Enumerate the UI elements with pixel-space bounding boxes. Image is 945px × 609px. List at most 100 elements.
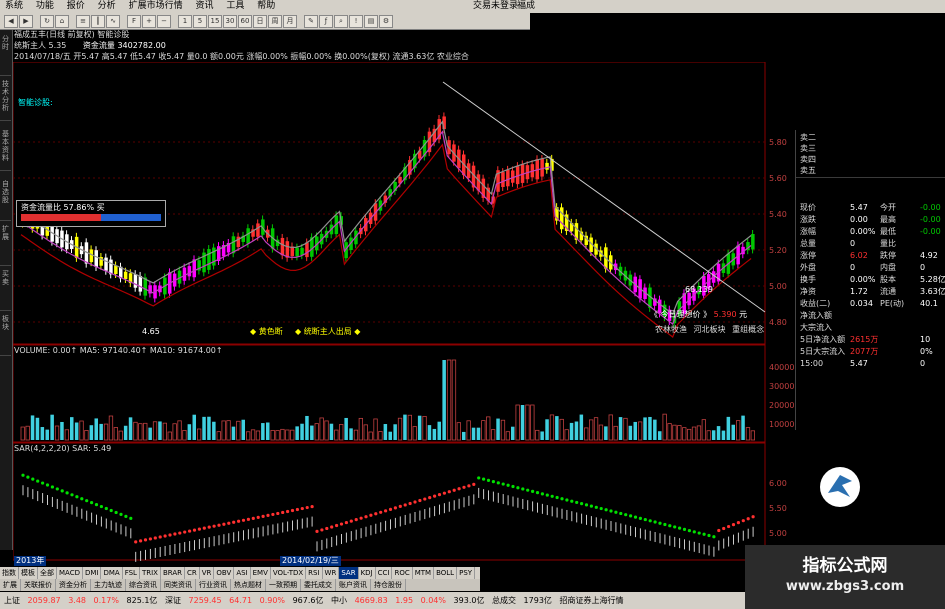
extension-tab[interactable]: 行业资讯 [196,579,231,591]
indicator-tab[interactable]: MTM [413,567,435,579]
indicator-tab[interactable]: RSI [306,567,323,579]
back-icon[interactable]: ◀ [4,15,18,28]
menu-analysis[interactable]: 分析 [93,0,121,12]
zoom-in-icon[interactable]: + [142,15,156,28]
sar-dot [310,504,314,509]
sar-dot [491,480,495,484]
extension-tab[interactable]: 资金分析 [56,579,91,591]
indicator-tab[interactable]: BRAR [161,567,185,579]
menu-tools[interactable]: 工具 [221,0,249,12]
sar-dot [736,521,741,525]
menu-quote[interactable]: 报价 [62,0,90,12]
period-1-icon[interactable]: 1 [178,15,192,28]
sector-3[interactable]: 重组概念 [732,325,764,334]
f10-icon[interactable]: F [127,15,141,28]
quote-icon[interactable]: ≡ [76,15,90,28]
trend-line [442,81,766,313]
volume-bar [285,429,290,441]
volume-bar [368,431,373,441]
side-tab-basic[interactable]: 基本资料 [0,130,11,171]
sector-1[interactable]: 农林牧渔 [655,325,687,334]
indicator-tab[interactable]: DMA [101,567,123,579]
indicator-tab[interactable]: CCI [376,567,393,579]
minute-icon[interactable]: ∿ [106,15,120,28]
period-15-icon[interactable]: 15 [208,15,222,28]
forward-icon[interactable]: ▶ [19,15,33,28]
side-tab-custom[interactable]: 自选股 [0,180,11,221]
print-icon[interactable]: ▤ [364,15,378,28]
indicator-tab[interactable]: DMI [83,567,102,579]
period-30-icon[interactable]: 30 [223,15,237,28]
search-icon[interactable]: ⌕ [334,15,348,28]
indicator-tab[interactable]: SAR [339,567,359,579]
side-tab-ext[interactable]: 扩展 [0,225,11,266]
alert-icon[interactable]: ! [349,15,363,28]
sar-dot [50,485,55,489]
side-tab-timeshare[interactable]: 分时 [0,35,11,76]
indicator-tab[interactable]: EMV [251,567,271,579]
extension-tab[interactable]: 持仓股份 [371,579,406,591]
indicator-tab[interactable]: FSL [123,567,140,579]
indicator-tab[interactable]: ROC [392,567,413,579]
extension-tab[interactable]: 关联报价 [21,579,56,591]
indicator-tab[interactable]: OBV [214,567,235,579]
indicator-tab[interactable]: MACD [57,567,83,579]
extension-tab[interactable]: 一致预期 [266,579,301,591]
extension-tab[interactable]: 委托成交 [301,579,336,591]
sh-label[interactable]: 上证 [4,592,20,609]
indicator-tab[interactable]: PSY [457,567,476,579]
indicator-tab[interactable]: VOL-TDX [271,567,307,579]
period-5-icon[interactable]: 5 [193,15,207,28]
indicator-tab[interactable]: TRIX [140,567,161,579]
indicator-tab[interactable]: 指数 [0,567,19,579]
indicator-tab[interactable]: BOLL [434,567,458,579]
extension-tab[interactable]: 扩展 [0,579,21,591]
period-day-icon[interactable]: 日 [253,15,267,28]
menu-news[interactable]: 资讯 [190,0,218,12]
volume-bar [598,424,604,441]
sar-dot [153,536,157,540]
settings-icon[interactable]: ⚙ [379,15,393,28]
home-icon[interactable]: ⌂ [55,15,69,28]
extension-tab[interactable]: 同类资讯 [161,579,196,591]
menu-function[interactable]: 功能 [31,0,59,12]
sz-label[interactable]: 深证 [165,592,181,609]
zx-label[interactable]: 中小 [331,592,347,609]
indicator-tab[interactable]: WR [323,567,340,579]
side-tab-in-out[interactable]: 买卖 [0,270,11,311]
zoom-out-icon[interactable]: − [157,15,171,28]
candle-body [305,242,309,258]
sar-dot [339,522,344,526]
sector-2[interactable]: 河北板块 [694,325,726,334]
extension-tab[interactable]: 热点题材 [231,579,266,591]
period-60-icon[interactable]: 60 [238,15,252,28]
formula-icon[interactable]: ƒ [319,15,333,28]
extension-tab[interactable]: 综合资讯 [126,579,161,591]
total-value: 1793亿 [523,596,552,605]
period-week-icon[interactable]: 周 [268,15,282,28]
indicator-tab[interactable]: ASI [234,567,251,579]
menu-help[interactable]: 帮助 [252,0,280,12]
menu-system[interactable]: 系统 [0,0,28,12]
sar-dot [442,491,446,495]
price-axis-label: 5.20 [769,246,787,255]
side-tab-tech[interactable]: 技术分析 [0,80,11,121]
sar-dot [139,539,143,543]
indicator-tab[interactable]: 模板 [19,567,38,579]
draw-icon[interactable]: ✎ [304,15,318,28]
indicator-tab[interactable]: KDJ [359,567,376,579]
extension-tab[interactable]: 账户资讯 [336,579,371,591]
main-indicator-line: 统斯主人 5.35 资金流量 3402782.00 [14,41,166,51]
refresh-icon[interactable]: ↻ [40,15,54,28]
indicator-tab[interactable]: VR [200,567,215,579]
sar-axis-label: 6.00 [769,479,787,488]
menu-ext-market[interactable]: 扩展市场行情 [124,0,188,12]
volume-bar [207,416,211,440]
extension-tab[interactable]: 主力轨迹 [91,579,126,591]
side-tab-board[interactable]: 板块 [0,315,11,356]
indicator-tab[interactable]: CR [185,567,200,579]
period-month-icon[interactable]: 月 [283,15,297,28]
quote-cell: 内盘 [880,263,896,272]
kline-icon[interactable]: ┃ [91,15,105,28]
indicator-tab[interactable]: 全部 [38,567,57,579]
